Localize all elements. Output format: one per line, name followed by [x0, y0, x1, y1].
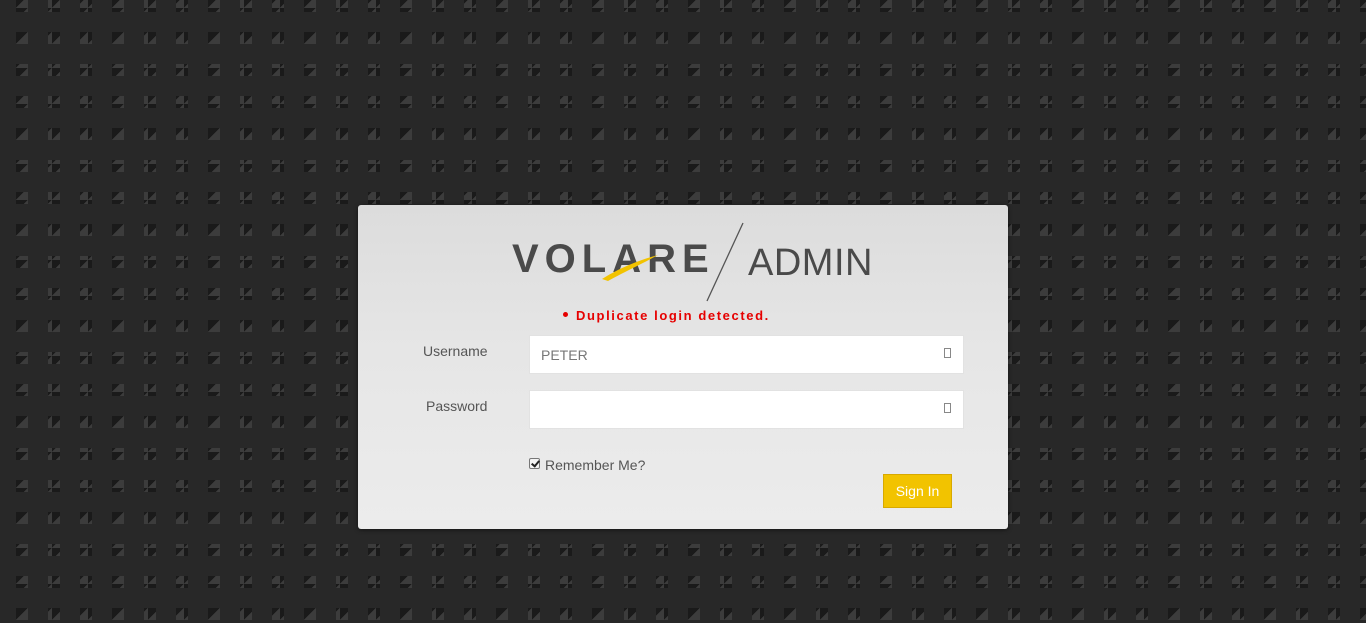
username-label: Username — [423, 343, 488, 359]
remember-me[interactable]: Remember Me? — [529, 455, 645, 473]
logo-section-text: ADMIN — [748, 242, 873, 284]
password-label: Password — [426, 398, 488, 414]
password-field[interactable] — [529, 390, 964, 429]
username-field[interactable] — [529, 335, 964, 374]
remember-me-checkbox[interactable] — [529, 457, 540, 469]
logo-divider-slash — [706, 222, 744, 302]
sign-in-button[interactable]: Sign In — [883, 474, 952, 508]
password-input[interactable] — [530, 391, 963, 428]
error-message: Duplicate login detected. — [563, 308, 770, 324]
error-text: Duplicate login detected. — [576, 308, 770, 323]
bullet-icon — [563, 312, 568, 318]
lock-icon — [944, 348, 951, 358]
volare-admin-logo: VOLARE ADMIN — [510, 221, 872, 303]
remember-me-label[interactable]: Remember Me? — [545, 457, 645, 473]
validation-summary: Duplicate login detected. — [563, 308, 770, 324]
login-card: VOLARE ADMIN Duplicate login detected. U… — [358, 205, 1008, 529]
logo-swoosh-icon — [602, 255, 658, 281]
lock-icon — [944, 403, 951, 413]
username-input[interactable] — [530, 336, 963, 373]
